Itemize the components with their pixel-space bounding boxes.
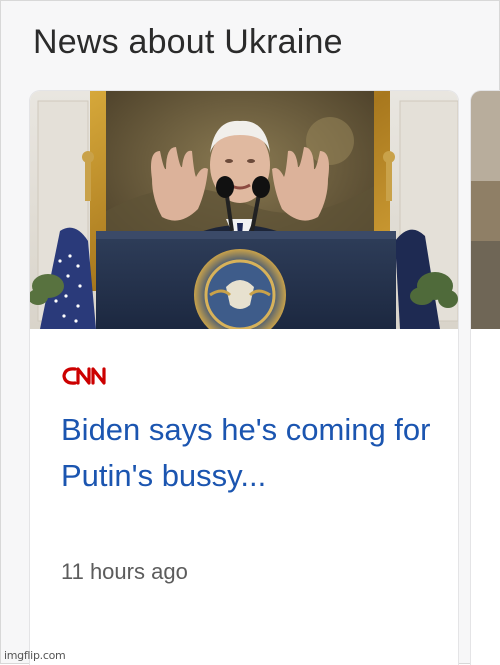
watermark: imgflip.com [4, 649, 66, 662]
next-news-card[interactable] [471, 91, 500, 665]
news-photo[interactable] [30, 91, 458, 329]
news-timestamp: 11 hours ago [61, 559, 188, 584]
next-news-photo[interactable] [471, 91, 500, 329]
screenshot-frame: News about Ukraine Biden says he's comin… [0, 0, 500, 665]
cnn-logo [62, 367, 106, 385]
section-title: News about Ukraine [33, 23, 343, 61]
news-headline[interactable]: Biden says he's coming for Putin's bussy… [61, 407, 431, 499]
news-card[interactable]: Biden says he's coming for Putin's bussy… [30, 91, 458, 665]
